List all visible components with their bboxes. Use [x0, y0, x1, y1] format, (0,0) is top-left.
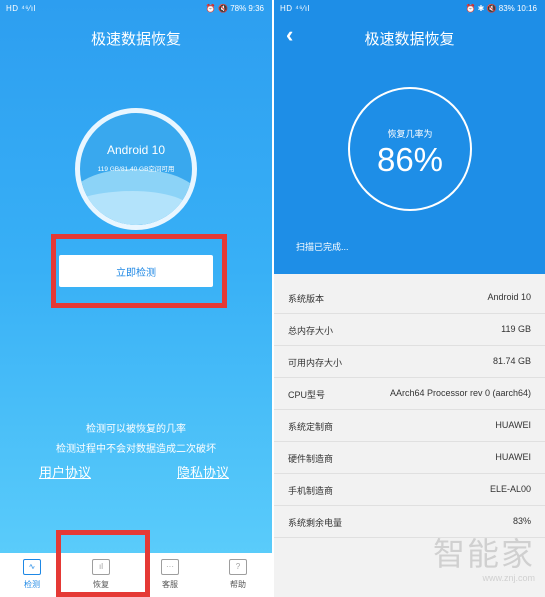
info-key: 系统定制商: [288, 422, 334, 432]
info-value: 83%: [512, 516, 531, 526]
info-row-total-memory: 总内存大小 119 GB: [274, 314, 545, 346]
status-signal: HD ⁴⁶⁄ıl: [280, 4, 310, 13]
watermark-logo: 智能家: [432, 536, 535, 572]
info-key: 硬件制造商: [288, 454, 334, 464]
user-agreement-link[interactable]: 用户协议: [39, 462, 91, 481]
device-info-list: 系统版本 Android 10 总内存大小 119 GB 可用内存大小 81.7…: [274, 282, 545, 538]
info-key: 可用内存大小: [288, 358, 343, 368]
info-row-cpu: CPU型号 AArch64 Processor rev 0 (aarch64): [274, 378, 545, 410]
info-row-free-memory: 可用内存大小 81.74 GB: [274, 346, 545, 378]
info-row-system-vendor: 系统定制商 HUAWEI: [274, 410, 545, 442]
info-key: 手机制造商: [288, 486, 334, 496]
hint-line-2: 检测过程中不会对数据造成二次破坏: [56, 444, 216, 455]
info-value: HUAWEI: [495, 420, 531, 430]
tab-label: 客服: [162, 580, 178, 589]
hint-line-1: 检测可以被恢复的几率: [86, 424, 186, 435]
tab-help[interactable]: ? 帮助: [218, 559, 258, 590]
watermark: 智能家 www.znj.com: [433, 529, 535, 583]
info-row-phone-model: 手机制造商 ELE-AL00: [274, 474, 545, 506]
info-value: ELE-AL00: [489, 484, 531, 494]
result-header: HD ⁴⁶⁄ıl ⏰ ✱ 🔇 83% 10:16 ‹ 极速数据恢复 恢复几率为 …: [274, 0, 545, 274]
info-value: 81.74 GB: [492, 356, 531, 366]
status-right: ⏰ 🔇 78% 9:36: [205, 4, 264, 13]
info-key: 系统剩余电量: [288, 518, 343, 528]
page-title: 极速数据恢复: [364, 31, 455, 48]
tab-detect[interactable]: ∿ 检测: [12, 559, 52, 590]
info-value: AArch64 Processor rev 0 (aarch64): [389, 388, 531, 398]
info-row-hardware-vendor: 硬件制造商 HUAWEI: [274, 442, 545, 474]
status-bar: HD ⁴⁶⁄ıl ⏰ ✱ 🔇 83% 10:16: [274, 0, 545, 18]
recovery-probability-circle: 恢复几率为 86%: [348, 87, 472, 211]
info-key: 系统版本: [288, 294, 325, 304]
gauge-wave-front: [80, 191, 192, 225]
recovery-probability-label: 恢复几率为: [387, 129, 433, 139]
status-bar: HD ⁴⁶⁄ıl ⏰ 🔇 78% 9:36: [0, 0, 272, 18]
highlight-box-recover: [56, 530, 150, 597]
tab-support[interactable]: ··· 客服: [150, 559, 190, 590]
tab-label: 帮助: [230, 580, 246, 589]
privacy-policy-link[interactable]: 隐私协议: [177, 462, 229, 481]
scan-status: 扫描已完成...: [296, 242, 349, 252]
recovery-probability-value: 86%: [376, 141, 444, 178]
result-screen: HD ⁴⁶⁄ıl ⏰ ✱ 🔇 83% 10:16 ‹ 极速数据恢复 恢复几率为 …: [274, 0, 545, 597]
page-title: 极速数据恢复: [90, 31, 181, 48]
detect-screen: HD ⁴⁶⁄ıl ⏰ 🔇 78% 9:36 极速数据恢复 Android 10 …: [0, 0, 272, 597]
pulse-icon: ∿: [23, 559, 41, 575]
storage-gauge: Android 10 119 GB/81.40 GB空间可用: [75, 108, 197, 230]
info-key: 总内存大小: [288, 326, 334, 336]
gauge-memory: 119 GB/81.40 GB空间可用: [97, 166, 175, 173]
status-right: ⏰ ✱ 🔇 83% 10:16: [465, 4, 537, 13]
info-value: Android 10: [487, 292, 531, 302]
help-icon: ?: [229, 559, 247, 575]
highlight-box-detect: [51, 234, 227, 308]
info-row-os-version: 系统版本 Android 10: [274, 282, 545, 314]
info-value: HUAWEI: [495, 452, 531, 462]
gauge-os-version: Android 10: [106, 143, 166, 157]
info-key: CPU型号: [288, 390, 326, 400]
tab-label: 检测: [24, 580, 40, 589]
chat-icon: ···: [161, 559, 179, 575]
status-signal: HD ⁴⁶⁄ıl: [6, 4, 36, 13]
info-value: 119 GB: [501, 324, 531, 334]
